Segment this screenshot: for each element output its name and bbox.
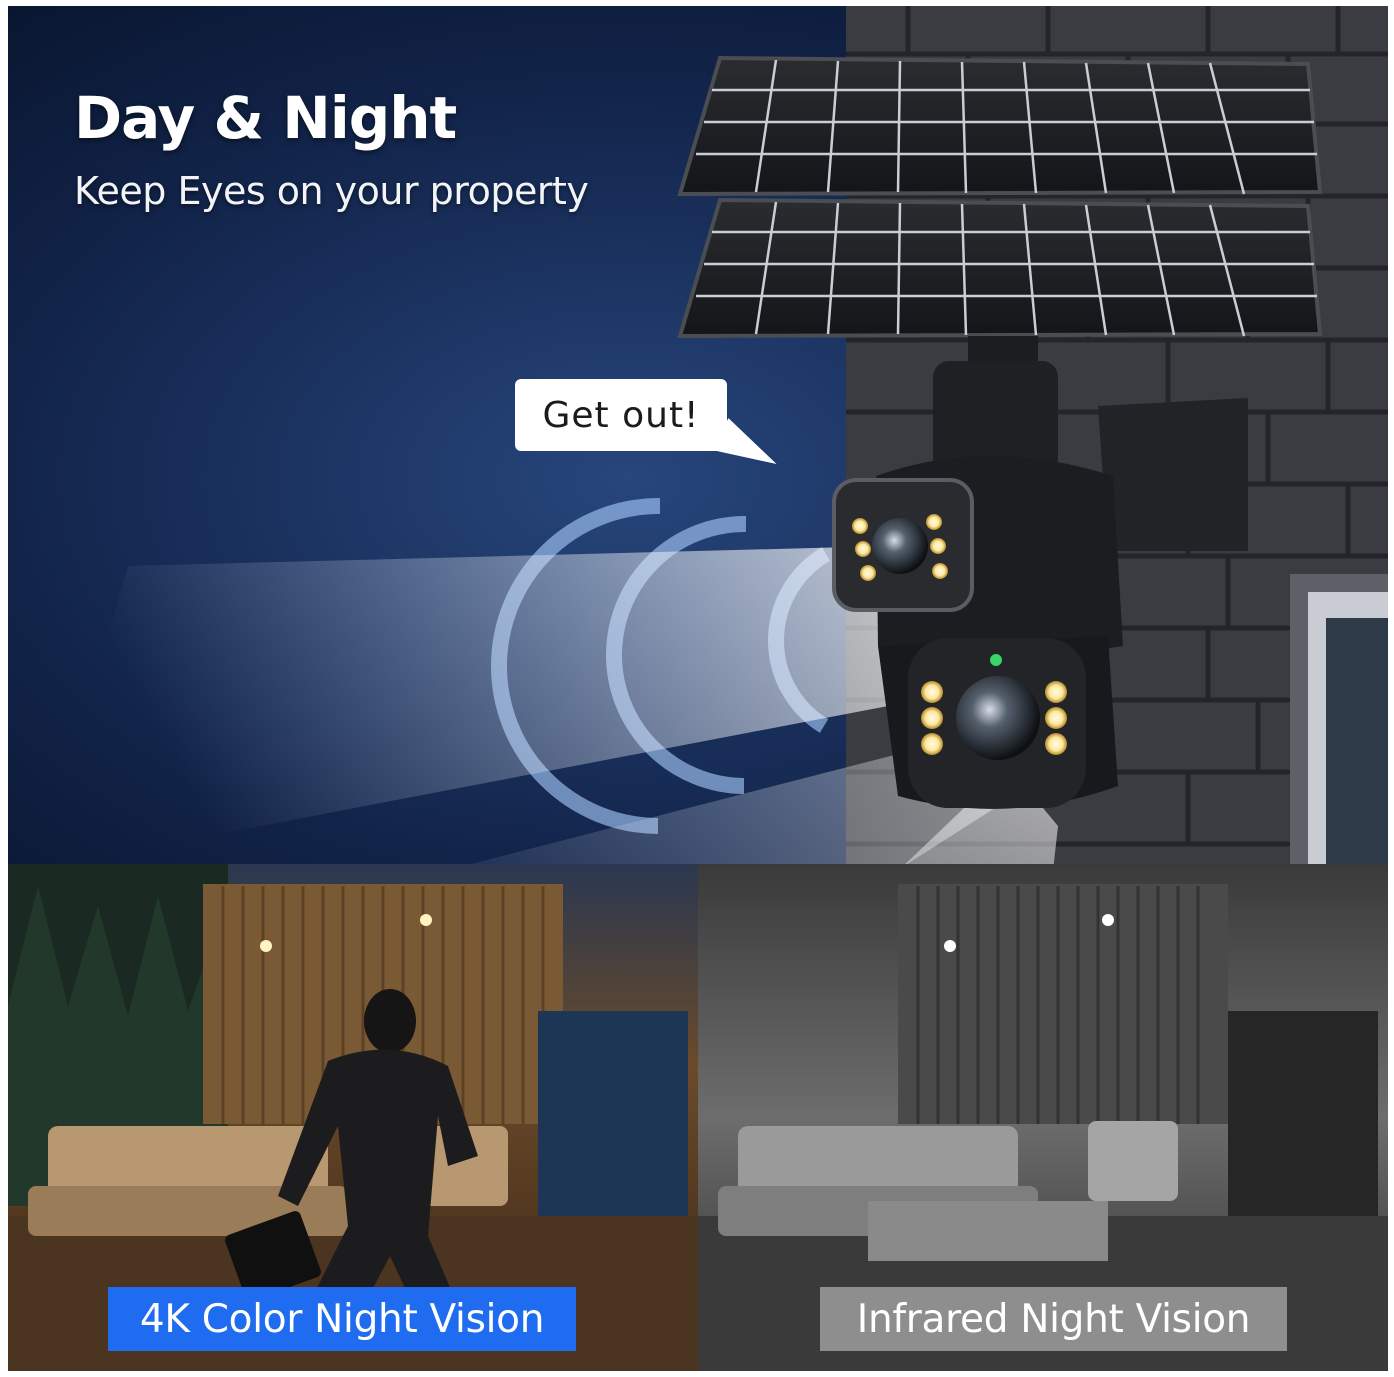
- subheadline: Keep Eyes on your property: [74, 169, 589, 213]
- product-image: Day & Night Keep Eyes on your property G…: [8, 6, 1388, 1371]
- speech-bubble-icon: Get out!: [515, 379, 727, 451]
- headline: Day & Night: [74, 84, 457, 152]
- color-night-vision-badge: 4K Color Night Vision: [108, 1287, 576, 1351]
- infrared-night-vision-badge: Infrared Night Vision: [820, 1287, 1287, 1351]
- speech-bubble-text: Get out!: [542, 394, 700, 436]
- color-night-vision-label: 4K Color Night Vision: [139, 1296, 545, 1342]
- infrared-night-vision-label: Infrared Night Vision: [856, 1296, 1251, 1342]
